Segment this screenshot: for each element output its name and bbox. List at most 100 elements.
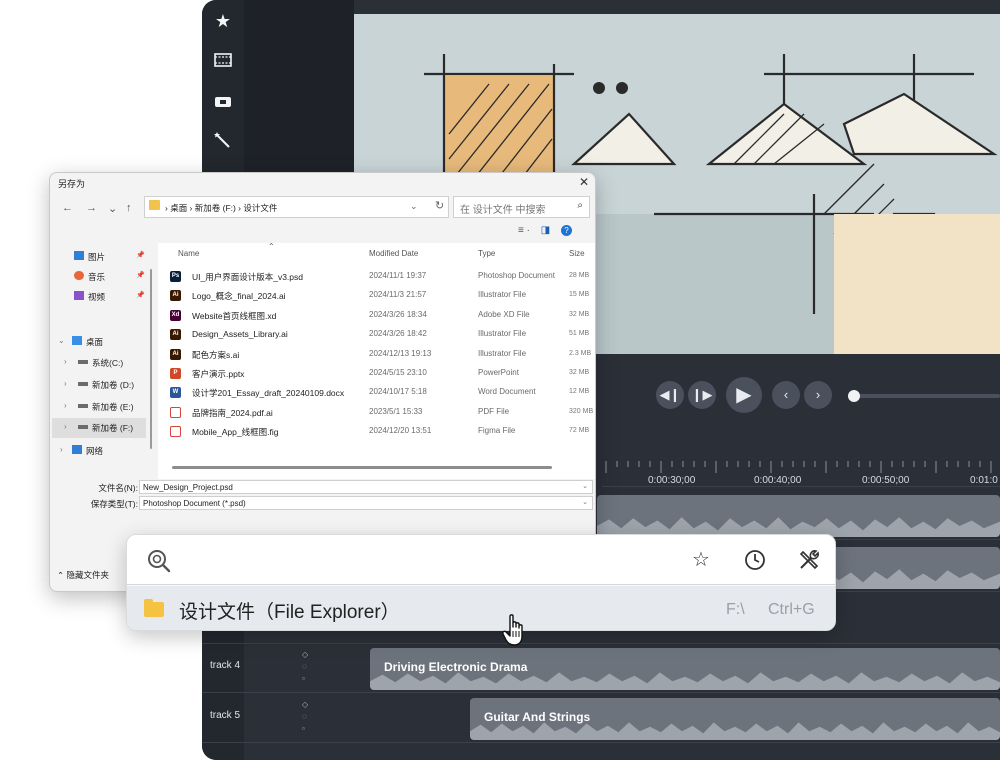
file-row[interactable]: Ai 配色方案s.ai 2024/12/13 19:13 Illustrator Fi… xyxy=(158,345,595,364)
column-header-type[interactable]: Type xyxy=(478,249,495,258)
search-icon xyxy=(148,550,171,573)
address-bar[interactable]: › 桌面 › 新加卷 (F:) › 设计文件 xyxy=(144,196,449,218)
file-name: Website首页线框图.xd xyxy=(192,310,277,321)
nav-item-drive-d[interactable]: › 新加卷 (D:) xyxy=(50,375,150,395)
chevron-right-icon[interactable]: › xyxy=(64,422,67,431)
nav-label: 新加卷 (D:) xyxy=(92,380,135,390)
caption-icon[interactable] xyxy=(210,90,236,116)
horizontal-scrollbar[interactable] xyxy=(172,466,552,469)
track-controls[interactable]: ◇ ◌ ▫ xyxy=(302,649,312,685)
nav-item-music[interactable]: 音乐 📌 xyxy=(50,267,150,287)
back-icon[interactable]: ← xyxy=(62,202,73,214)
play-icon[interactable]: ▶ xyxy=(726,377,762,413)
nav-label: 音乐 xyxy=(88,272,106,282)
nav-item-drive-e[interactable]: › 新加卷 (E:) xyxy=(50,397,150,417)
nav-item-drive-c[interactable]: › 系统(C:) xyxy=(50,353,150,373)
up-folder-icon[interactable]: ↑ xyxy=(126,202,132,214)
scrub-handle[interactable] xyxy=(848,390,860,402)
file-type-icon: Ps xyxy=(170,271,181,282)
recent-dropdown-icon[interactable]: ⌄ xyxy=(108,202,117,215)
file-type-icon xyxy=(170,406,181,418)
file-size: 2.3 MB xyxy=(569,349,592,357)
filetype-value: Photoshop Document (*.psd) xyxy=(143,499,246,508)
chevron-down-icon[interactable]: ⌄ xyxy=(582,482,588,490)
star-icon[interactable]: ★ xyxy=(210,8,236,34)
column-header-modified[interactable]: Modified Date xyxy=(369,249,418,258)
step-forward-icon[interactable]: ❙▶ xyxy=(688,381,716,409)
forward-icon[interactable]: → xyxy=(86,202,97,214)
file-type: Illustrator File xyxy=(478,348,527,358)
file-modified: 2024/3/26 18:42 xyxy=(369,329,427,339)
nav-item-drive-f[interactable]: › 新加卷 (F:) xyxy=(52,418,146,438)
film-strip-icon[interactable] xyxy=(210,48,236,74)
nav-item-desktop[interactable]: ⌄ 桌面 xyxy=(50,332,150,352)
magic-wand-icon[interactable] xyxy=(210,130,236,156)
pin-icon[interactable]: 📌 xyxy=(136,291,145,299)
search-field[interactable]: 在 设计文件 中搜索 ⌕ xyxy=(453,196,590,218)
file-row[interactable]: 品牌指南_2024.pdf.ai 2023/5/1 15:33 PDF File 32… xyxy=(158,403,595,422)
refresh-icon[interactable]: ↻ xyxy=(435,199,444,212)
track-label: track 4 xyxy=(210,660,241,671)
audio-clip[interactable] xyxy=(597,495,1000,537)
nav-label: 新加卷 (E:) xyxy=(92,402,134,412)
chevron-right-icon[interactable]: › xyxy=(60,445,63,454)
step-back-icon[interactable]: ◀❙ xyxy=(656,381,684,409)
file-size: 15 MB xyxy=(569,291,590,299)
pin-icon[interactable]: 📌 xyxy=(136,271,145,279)
file-row[interactable]: Mobile_App_线框图.fig 2024/12/20 13:51 Figma … xyxy=(158,422,595,441)
launcher-result-item[interactable]: 设计文件（File Explorer） F:\ Ctrl+G xyxy=(127,586,835,630)
navigation-scrollbar[interactable] xyxy=(150,269,152,449)
timeline-ruler[interactable]: 0:00:30;00 0:00:40;00 0:00:50;00 0:01:0 xyxy=(602,455,1000,487)
audio-clip[interactable]: Guitar And Strings xyxy=(470,698,1000,740)
filename-value: New_Design_Project.psd xyxy=(143,483,233,492)
nav-item-videos[interactable]: 视频 📌 xyxy=(50,287,150,307)
clock-icon[interactable] xyxy=(742,547,768,573)
column-header-size[interactable]: Size xyxy=(569,249,585,258)
file-row[interactable]: Ps UI_用户界面设计版本_v3.psd 2024/11/1 19:37 Photo… xyxy=(158,267,595,286)
file-row[interactable]: Ai Design_Assets_Library.ai 2024/3/26 18:4… xyxy=(158,325,595,344)
view-options-icon[interactable]: ≡ · xyxy=(518,225,530,236)
chevron-down-icon[interactable]: ⌄ xyxy=(58,336,65,345)
launcher-search-bar: ☆ xyxy=(127,535,835,585)
close-icon[interactable]: ✕ xyxy=(579,175,589,189)
help-icon[interactable]: ? xyxy=(560,225,572,236)
pin-icon[interactable]: 📌 xyxy=(136,251,145,259)
ruler-tick-label: 0:00:40;00 xyxy=(754,475,802,486)
column-header-name[interactable]: Name xyxy=(178,249,199,258)
star-icon[interactable]: ☆ xyxy=(688,547,714,573)
chevron-right-icon[interactable]: › xyxy=(804,381,832,409)
file-row[interactable]: P 客户演示.pptx 2024/5/15 23:10 PowerPoint 32 MB xyxy=(158,364,595,383)
search-icon: ⌕ xyxy=(577,200,583,211)
hide-folders-toggle[interactable]: ⌃ 隐藏文件夹 xyxy=(57,569,109,581)
drive-icon xyxy=(78,360,88,364)
launcher-search-input[interactable] xyxy=(187,545,687,575)
scrub-bar[interactable] xyxy=(854,394,1000,398)
tools-icon[interactable] xyxy=(796,547,822,573)
nav-item-pictures[interactable]: 图片 📌 xyxy=(50,247,150,267)
address-dropdown-icon[interactable]: ⌄ xyxy=(410,201,418,212)
track-label: track 5 xyxy=(210,710,241,721)
file-row[interactable]: W 设计学201_Essay_draft_20240109.docx 2024/10… xyxy=(158,383,595,402)
nav-label: 网络 xyxy=(86,446,104,456)
filetype-select[interactable]: Photoshop Document (*.psd) ⌄ xyxy=(139,496,593,510)
track-row-4: track 4 ◇ ◌ ▫ Driving Electronic Drama xyxy=(202,643,1000,693)
nav-item-network[interactable]: › 网络 xyxy=(50,441,150,461)
preview-pane-icon[interactable]: ◨ xyxy=(541,225,550,236)
ruler-tick-label: 0:00:50;00 xyxy=(862,475,910,486)
chevron-left-icon[interactable]: ‹ xyxy=(772,381,800,409)
file-modified: 2024/11/1 19:37 xyxy=(369,271,427,280)
chevron-down-icon[interactable]: ⌄ xyxy=(582,498,588,506)
file-type: Adobe XD File xyxy=(478,309,530,319)
filename-field[interactable]: New_Design_Project.psd ⌄ xyxy=(139,480,593,494)
track-controls[interactable]: ◇ ◌ ▫ xyxy=(302,699,312,735)
file-name: 设计学201_Essay_draft_20240109.docx xyxy=(192,388,345,399)
file-row[interactable]: Ai Logo_概念_final_2024.ai 2024/11/3 21:57 Il… xyxy=(158,286,595,305)
audio-clip[interactable]: Driving Electronic Drama xyxy=(370,648,1000,690)
chevron-right-icon[interactable]: › xyxy=(64,401,67,410)
hide-folders-label: 隐藏文件夹 xyxy=(66,570,110,580)
chevron-right-icon[interactable]: › xyxy=(64,357,67,366)
chevron-right-icon[interactable]: › xyxy=(64,379,67,388)
file-name: UI_用户界面设计版本_v3.psd xyxy=(192,272,303,282)
file-type: Word Document xyxy=(478,387,536,397)
file-row[interactable]: Xd Website首页线框图.xd 2024/3/26 18:34 Adobe XD… xyxy=(158,306,595,325)
